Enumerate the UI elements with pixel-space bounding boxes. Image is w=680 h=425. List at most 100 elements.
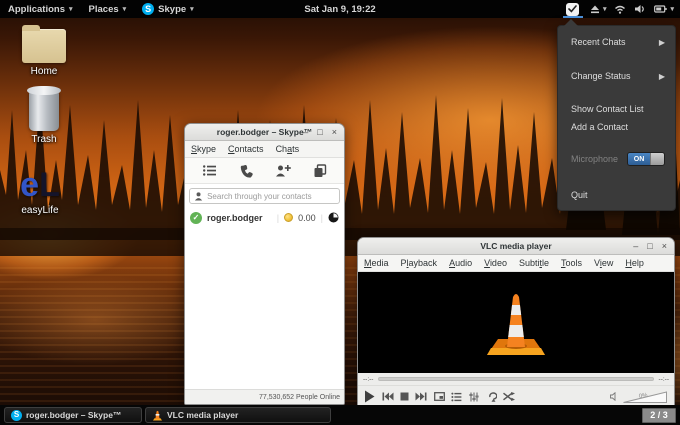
menu-audio[interactable]: Audio — [443, 255, 478, 271]
places-menu[interactable]: Places ▾ — [81, 0, 135, 18]
desktop-icon-home[interactable]: Home — [12, 25, 76, 77]
clock-icon[interactable] — [328, 212, 339, 223]
applications-menu[interactable]: Applications ▾ — [0, 0, 81, 18]
previous-button[interactable] — [382, 392, 394, 401]
menu-item-recent-chats[interactable]: Recent Chats ▶ — [558, 33, 675, 51]
menu-skype[interactable]: Skype — [185, 141, 222, 157]
chevron-down-icon: ▾ — [190, 6, 194, 13]
random-button[interactable] — [503, 392, 515, 401]
menu-item-add-a-contact[interactable]: Add a Contact — [558, 118, 675, 136]
stop-button[interactable] — [400, 392, 409, 401]
menu-contacts[interactable]: Contacts — [222, 141, 270, 157]
previous-icon — [382, 392, 394, 401]
menu-view[interactable]: View — [588, 255, 619, 271]
menu-subtitle[interactable]: Subtitle — [513, 255, 555, 271]
menu-chats[interactable]: Chats — [270, 141, 306, 157]
shuffle-icon — [503, 392, 515, 401]
seek-slider[interactable] — [378, 377, 654, 381]
taskbar: S roger.bodger – Skype™ VLC media player… — [0, 405, 680, 425]
trash-icon — [27, 86, 61, 131]
chevron-down-icon: ▾ — [602, 6, 607, 13]
submenu-arrow-icon: ▶ — [658, 71, 665, 81]
close-button[interactable]: × — [662, 241, 667, 251]
change-status-label: Change Status — [571, 71, 631, 81]
menu-media[interactable]: Media — [358, 255, 395, 271]
system-tray: ▾ ▾ — [560, 0, 680, 18]
clock[interactable]: Sat Jan 9, 19:22 — [304, 4, 375, 15]
network-indicator[interactable] — [610, 0, 630, 18]
add-contact-button[interactable] — [275, 164, 291, 177]
eject-icon — [590, 5, 599, 14]
desktop-icon-trash[interactable]: Trash — [12, 86, 76, 145]
maximize-button[interactable]: □ — [317, 127, 322, 137]
extended-settings-button[interactable] — [469, 392, 479, 402]
vlc-window: VLC media player – □ × Media Playback Au… — [357, 237, 675, 408]
skype-titlebar[interactable]: roger.bodger – Skype™ – □ × — [185, 124, 344, 141]
microphone-toggle[interactable]: ON — [627, 152, 665, 166]
minimize-button[interactable]: – — [633, 241, 638, 251]
skype-icon: S — [11, 409, 22, 421]
contact-list-view-button[interactable] — [202, 164, 217, 177]
vlc-titlebar[interactable]: VLC media player – □ × — [358, 238, 674, 255]
list-view-icon — [203, 165, 216, 176]
separator: | — [276, 212, 280, 223]
menu-playback[interactable]: Playback — [395, 255, 444, 271]
menu-help[interactable]: Help — [619, 255, 650, 271]
taskbar-button-skype[interactable]: S roger.bodger – Skype™ — [4, 407, 142, 423]
taskbar-button-vlc[interactable]: VLC media player — [145, 407, 331, 423]
removable-media-menu[interactable]: ▾ — [586, 0, 611, 18]
play-button[interactable] — [364, 390, 375, 403]
phone-icon — [240, 164, 253, 178]
people-online-count: 77,530,652 People Online — [259, 393, 340, 401]
menu-tools[interactable]: Tools — [555, 255, 588, 271]
chats-button[interactable] — [313, 163, 327, 178]
mute-speaker-icon[interactable] — [610, 392, 619, 401]
skype-window: roger.bodger – Skype™ – □ × Skype Contac… — [184, 123, 345, 405]
menu-item-quit[interactable]: Quit — [558, 186, 675, 204]
volume-control: 0% — [610, 390, 668, 404]
battery-indicator[interactable]: ▾ — [650, 0, 680, 18]
workspace-indicator[interactable]: 2 / 3 — [642, 407, 676, 423]
recent-chats-label: Recent Chats — [571, 37, 626, 47]
skype-tray-icon[interactable] — [560, 0, 586, 18]
search-field[interactable] — [189, 188, 340, 204]
video-area[interactable] — [358, 272, 674, 373]
menu-item-change-status[interactable]: Change Status ▶ — [558, 67, 675, 85]
speaker-icon — [635, 5, 645, 13]
skype-app-label: Skype — [158, 3, 187, 15]
taskbar-vlc-label: VLC media player — [167, 410, 239, 420]
credit-balance: 0.00 — [298, 212, 316, 223]
loop-button[interactable] — [485, 391, 497, 402]
skype-toolbar — [185, 158, 344, 184]
desktop-icon-easylife[interactable]: eL easyLife — [8, 168, 72, 216]
skype-menubar: Skype Contacts Chats — [185, 141, 344, 158]
playlist-button[interactable] — [451, 392, 462, 402]
gnome-top-bar: Applications ▾ Places ▾ S Skype ▾ Sat Ja… — [0, 0, 680, 18]
add-contact-icon — [276, 165, 291, 177]
seek-row: --:-- --:-- — [358, 373, 674, 385]
stop-icon — [400, 392, 409, 401]
active-tray-underline — [562, 16, 583, 18]
skype-search-row — [185, 184, 344, 207]
search-input[interactable] — [207, 191, 335, 201]
call-button[interactable] — [239, 164, 253, 178]
volume-slider[interactable]: 0% — [622, 390, 668, 404]
menu-item-show-contact-list[interactable]: Show Contact List — [558, 100, 675, 118]
menu-video[interactable]: Video — [478, 255, 513, 271]
desktop: Applications ▾ Places ▾ S Skype ▾ Sat Ja… — [0, 0, 680, 425]
applications-label: Applications — [8, 3, 66, 15]
skype-app-menu[interactable]: S Skype ▾ — [134, 0, 202, 18]
vlc-menubar: Media Playback Audio Video Subtitle Tool… — [358, 255, 674, 272]
close-button[interactable]: × — [332, 127, 337, 137]
next-icon — [415, 392, 427, 401]
loop-icon — [489, 391, 497, 402]
fullscreen-button[interactable] — [434, 392, 445, 401]
volume-indicator[interactable] — [630, 0, 650, 18]
minimize-button[interactable]: – — [303, 127, 308, 137]
add-a-contact-label: Add a Contact — [571, 122, 629, 132]
contact-row[interactable]: ✓ roger.bodger | 0.00 | — [185, 207, 344, 228]
maximize-button[interactable]: □ — [647, 241, 652, 251]
next-button[interactable] — [415, 392, 427, 401]
battery-icon — [654, 5, 668, 13]
chevron-down-icon: ▾ — [670, 6, 674, 13]
